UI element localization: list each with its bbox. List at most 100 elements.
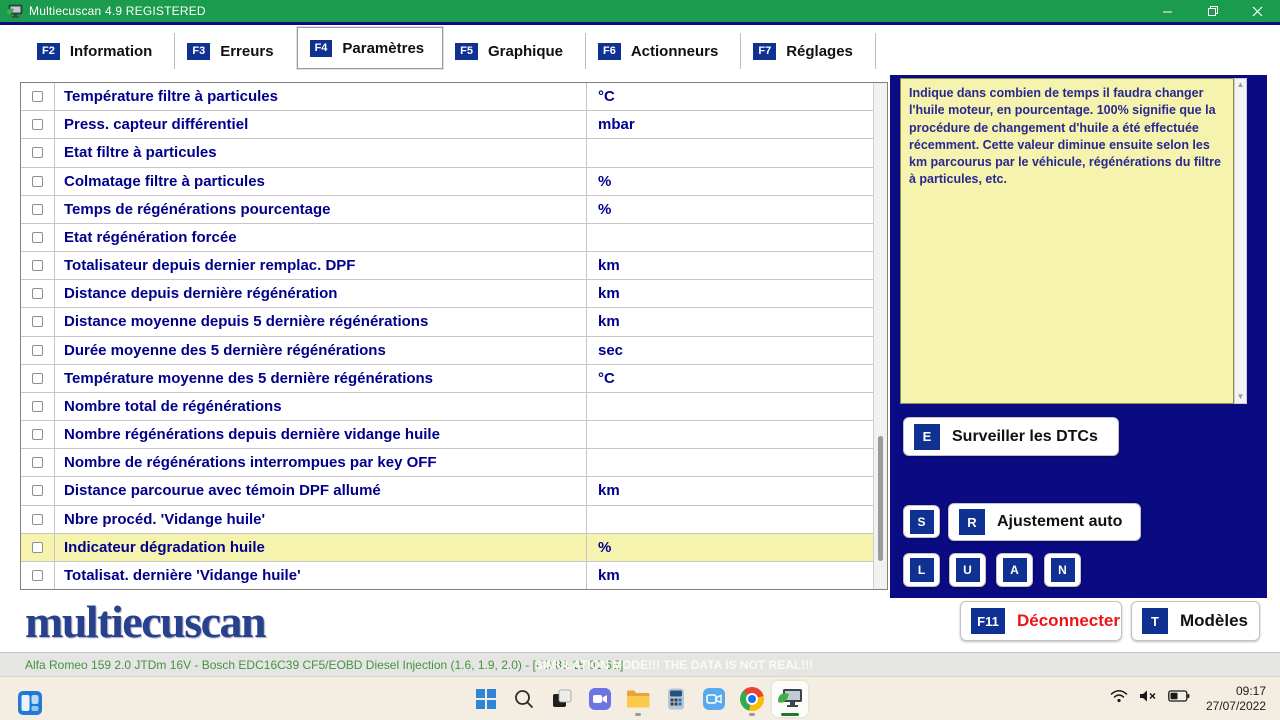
table-row[interactable]: Température filtre à particules°C — [21, 83, 873, 111]
tab-reglages[interactable]: F7Réglages — [741, 33, 876, 69]
row-checkbox[interactable] — [32, 119, 43, 130]
start-icon[interactable] — [468, 681, 504, 717]
table-row[interactable]: Température moyenne des 5 dernière régén… — [21, 365, 873, 393]
table-row[interactable]: Press. capteur différentielmbar — [21, 111, 873, 139]
clock-date: 27/07/2022 — [1206, 699, 1266, 714]
window-top-border — [0, 22, 1280, 25]
tab-actionneurs[interactable]: F6Actionneurs — [586, 33, 741, 69]
u-button[interactable]: U — [949, 553, 986, 587]
s-button[interactable]: S — [903, 505, 940, 538]
param-unit — [586, 224, 873, 251]
row-checkbox-cell — [21, 168, 55, 195]
file-explorer-icon[interactable] — [620, 681, 656, 717]
tab-erreurs[interactable]: F3Erreurs — [175, 33, 296, 69]
models-button[interactable]: T Modèles — [1131, 601, 1260, 641]
row-checkbox[interactable] — [32, 485, 43, 496]
table-row[interactable]: Distance parcourue avec témoin DPF allum… — [21, 477, 873, 505]
table-row[interactable]: Distance depuis dernière régénérationkm — [21, 280, 873, 308]
statusbar: Alfa Romeo 159 2.0 JTDm 16V - Bosch EDC1… — [0, 652, 1280, 676]
table-row[interactable]: Colmatage filtre à particules% — [21, 168, 873, 196]
param-name: Température filtre à particules — [55, 88, 586, 105]
key-badge-l: L — [910, 558, 934, 582]
row-checkbox-cell — [21, 252, 55, 279]
tab-information[interactable]: F2Information — [25, 33, 175, 69]
widgets-icon[interactable] — [12, 685, 48, 720]
scroll-down-icon[interactable]: ▼ — [1237, 391, 1245, 403]
tab-parametres[interactable]: F4Paramètres — [297, 27, 444, 69]
fkey-badge: F4 — [310, 40, 333, 57]
table-row[interactable]: Etat régénération forcée — [21, 224, 873, 252]
scroll-up-icon[interactable]: ▲ — [1237, 79, 1245, 91]
info-scrollbar[interactable]: ▲ ▼ — [1234, 78, 1247, 404]
row-checkbox[interactable] — [32, 91, 43, 102]
multiecuscan-icon[interactable] — [772, 681, 808, 717]
taskbar-center — [468, 681, 808, 717]
calculator-icon[interactable] — [658, 681, 694, 717]
task-view-icon[interactable] — [544, 681, 580, 717]
table-row[interactable]: Nombre de régénérations interrompues par… — [21, 449, 873, 477]
table-row[interactable]: Indicateur dégradation huile% — [21, 534, 873, 562]
row-checkbox[interactable] — [32, 401, 43, 412]
running-indicator — [635, 713, 641, 716]
titlebar: Multiecuscan 4.9 REGISTERED — [0, 0, 1280, 22]
app-logo: multiecuscan — [25, 595, 265, 648]
screen-recorder-icon[interactable] — [696, 681, 732, 717]
row-checkbox[interactable] — [32, 542, 43, 553]
table-row[interactable]: Nbre procéd. 'Vidange huile' — [21, 506, 873, 534]
table-row[interactable]: Durée moyenne des 5 dernière régénératio… — [21, 337, 873, 365]
row-checkbox[interactable] — [32, 457, 43, 468]
clock-time: 09:17 — [1206, 684, 1266, 699]
row-checkbox-cell — [21, 280, 55, 307]
row-checkbox[interactable] — [32, 429, 43, 440]
a-button[interactable]: A — [996, 553, 1033, 587]
monitor-dtcs-button[interactable]: E Surveiller les DTCs — [903, 417, 1119, 456]
table-row[interactable]: Nombre régénérations depuis dernière vid… — [21, 421, 873, 449]
taskbar: 09:17 27/07/2022 — [0, 676, 1280, 720]
row-checkbox[interactable] — [32, 288, 43, 299]
system-tray[interactable] — [1110, 689, 1190, 703]
fkey-badge: F7 — [753, 43, 776, 60]
row-checkbox[interactable] — [32, 176, 43, 187]
tab-label: Graphique — [488, 43, 563, 60]
search-icon[interactable] — [506, 681, 542, 717]
row-checkbox[interactable] — [32, 514, 43, 525]
row-checkbox[interactable] — [32, 316, 43, 327]
row-checkbox-cell — [21, 365, 55, 392]
row-checkbox[interactable] — [32, 345, 43, 356]
param-name: Etat régénération forcée — [55, 229, 586, 246]
table-row[interactable]: Temps de régénérations pourcentage% — [21, 196, 873, 224]
chat-icon[interactable] — [582, 681, 618, 717]
volume-muted-icon — [1139, 689, 1157, 703]
table-row[interactable]: Nombre total de régénérations — [21, 393, 873, 421]
row-checkbox[interactable] — [32, 260, 43, 271]
l-button[interactable]: L — [903, 553, 940, 587]
fkey-badge: F6 — [598, 43, 621, 60]
table-row[interactable]: Totalisat. dernière 'Vidange huile'km — [21, 562, 873, 589]
table-row[interactable]: Etat filtre à particules — [21, 139, 873, 167]
row-checkbox[interactable] — [32, 373, 43, 384]
chrome-icon[interactable] — [734, 681, 770, 717]
row-checkbox[interactable] — [32, 570, 43, 581]
restore-button[interactable] — [1190, 0, 1235, 22]
screen: Multiecuscan 4.9 REGISTERED F2Informatio… — [0, 0, 1280, 720]
row-checkbox[interactable] — [32, 204, 43, 215]
param-name: Nombre régénérations depuis dernière vid… — [55, 426, 586, 443]
minimize-button[interactable] — [1145, 0, 1190, 22]
table-row[interactable]: Totalisateur depuis dernier remplac. DPF… — [21, 252, 873, 280]
row-checkbox[interactable] — [32, 232, 43, 243]
tabbar: F2InformationF3ErreursF4ParamètresF5Grap… — [25, 31, 876, 69]
row-checkbox[interactable] — [32, 147, 43, 158]
table-row[interactable]: Distance moyenne depuis 5 dernière régén… — [21, 308, 873, 336]
fkey-badge: F2 — [37, 43, 60, 60]
disconnect-button[interactable]: F11 Déconnecter — [960, 601, 1122, 641]
row-checkbox-cell — [21, 562, 55, 589]
row-checkbox-cell — [21, 449, 55, 476]
param-name: Etat filtre à particules — [55, 144, 586, 161]
close-button[interactable] — [1235, 0, 1280, 22]
table-scrollbar-thumb[interactable] — [878, 436, 883, 561]
auto-adjust-button[interactable]: R Ajustement auto — [948, 503, 1141, 541]
n-button[interactable]: N — [1044, 553, 1081, 587]
tab-graphique[interactable]: F5Graphique — [443, 33, 586, 69]
table-scrollbar[interactable] — [873, 83, 887, 589]
taskbar-clock[interactable]: 09:17 27/07/2022 — [1206, 684, 1266, 714]
